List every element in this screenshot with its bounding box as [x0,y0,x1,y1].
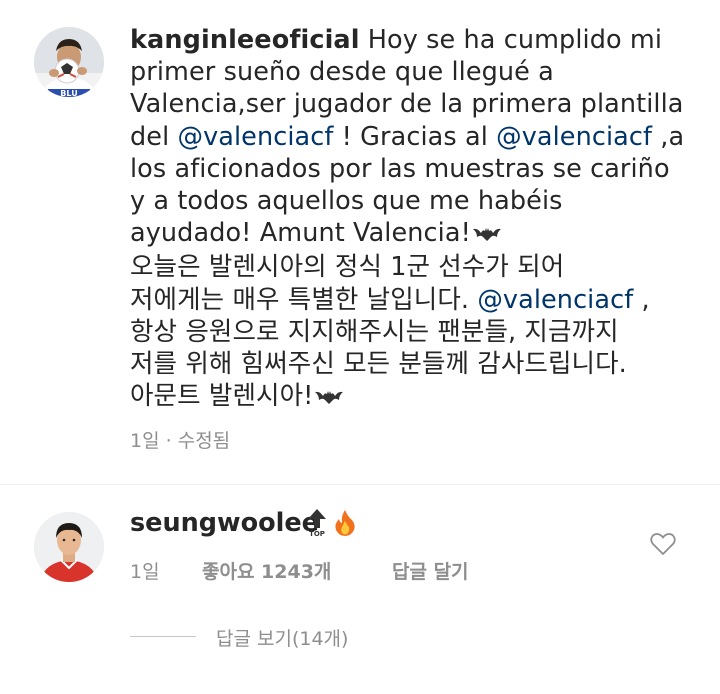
caption-time: 1일 [130,430,160,453]
bat-icon [314,382,344,414]
mention-valenciacf[interactable]: @valenciacf [477,285,633,315]
view-replies-button[interactable]: 답글 보기(14개) [216,624,348,651]
mention-valenciacf[interactable]: @valenciacf [496,122,652,152]
caption-line-7: ayudado! Amunt Valencia! [130,218,471,249]
caption-line-8: 오늘은 발렌시아의 정식 1군 선수가 되어 [130,252,565,283]
bat-icon [472,219,502,251]
replies-divider-line [130,636,196,637]
meta-separator: · [165,430,172,453]
comment-avatar-image [34,512,104,582]
caption-line-10: 항상 응원으로 지지해주시는 팬분들, 지금까지 [130,316,619,347]
section-divider [0,484,720,485]
caption-avatar[interactable]: BLU [34,27,104,97]
fire-icon [334,509,356,541]
caption-line-1: Hoy se ha cumplido mi [359,25,663,55]
likes-count[interactable]: 좋아요 1243개 [202,557,331,584]
caption-avatar-image: BLU [34,27,104,97]
comment-username[interactable]: seungwoolee [130,508,319,538]
caption-line-12: 아문트 발렌시아! [130,381,314,412]
comment-avatar[interactable] [34,512,104,582]
caption-line-5: los aficionados por las muestras se cari… [130,153,670,184]
caption-line-4-text: del [130,121,178,152]
caption-line-9-text: 저에게는 매우 특별한 날입니다. [130,284,478,315]
caption-line-3: Valencia,ser jugador de la primera plant… [130,89,684,120]
mention-valenciacf[interactable]: @valenciacf [177,122,333,152]
caption-line-2: primer sueño desde que llegué a [130,57,554,88]
caption-line-4: del @valenciacf ! Gracias al @valenciacf… [130,122,684,152]
caption-line-9: 저에게는 매우 특별한 날입니다. @valenciacf , [130,285,650,315]
caption-line-6: y a todos aquellos que me habéis [130,186,563,217]
comment-time: 1일 [130,561,160,583]
caption-line-4-text-2: ! Gracias al [333,121,497,152]
post-caption: kanginleeoficial Hoy se ha cumplido mi p… [130,24,710,453]
caption-line-9-text-2: , [633,284,650,315]
top-arrow-icon: TOP [306,508,328,542]
svg-text:TOP: TOP [309,530,325,538]
svg-text:BLU: BLU [60,89,77,97]
caption-line-4-text-3: ,a [652,121,685,152]
reply-button[interactable]: 답글 달기 [392,557,469,584]
caption-username[interactable]: kanginleeoficial [130,25,360,55]
heart-icon[interactable] [650,532,676,560]
comment-emojis: TOP [306,508,356,542]
edited-label: 수정됨 [177,430,231,453]
caption-line-11: 저를 위해 힘써주신 모든 분들께 감사드립니다. [130,349,627,380]
caption-text: kanginleeoficial Hoy se ha cumplido mi p… [130,24,710,414]
caption-meta: 1일 · 수정됨 [130,426,710,453]
